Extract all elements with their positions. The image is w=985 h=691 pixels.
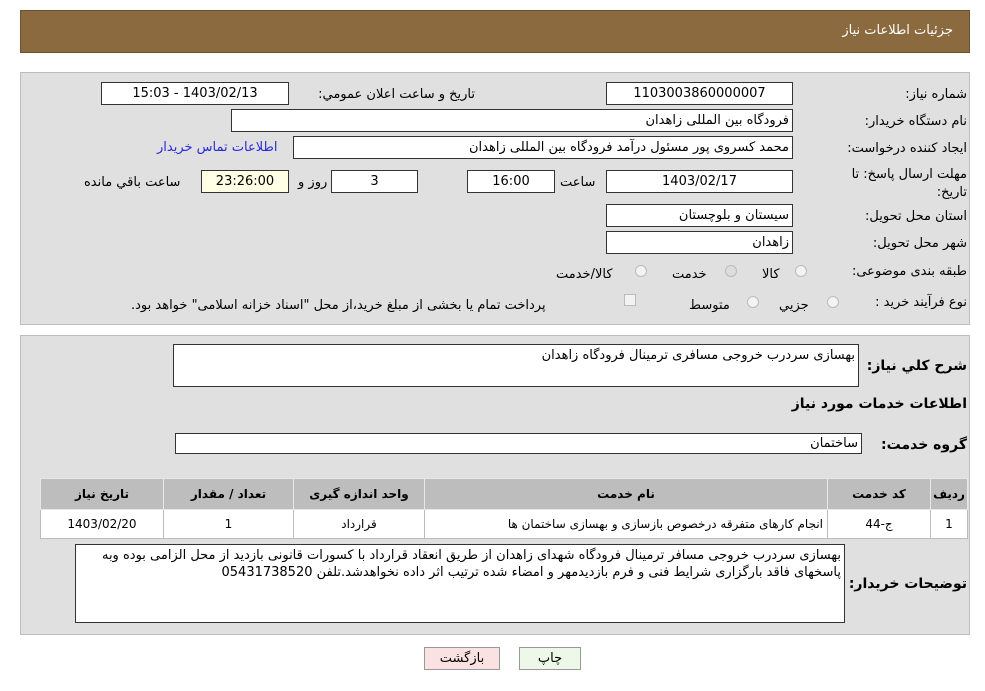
- col-row: ردیف: [930, 478, 968, 510]
- creator-field: محمد کسروی پور مسئول درآمد فرودگاه بین ا…: [293, 136, 793, 159]
- city-label: شهر محل تحویل:: [872, 236, 967, 251]
- remaining-label: ساعت باقي مانده: [84, 175, 181, 190]
- deadline-time-field: 16:00: [467, 170, 555, 193]
- creator-label: ایجاد کننده درخواست:: [847, 141, 967, 156]
- time-label: ساعت: [560, 175, 596, 190]
- summary-label: شرح کلي نیاز:: [866, 358, 967, 374]
- cell-row: 1: [930, 509, 968, 539]
- services-title: اطلاعات خدمات مورد نیاز: [791, 396, 967, 412]
- category-radio-goods[interactable]: [795, 265, 807, 277]
- notes-label: توضیحات خریدار:: [848, 576, 967, 592]
- category-option-both: کالا/خدمت: [556, 267, 613, 282]
- cell-code: ج-44: [827, 509, 931, 539]
- print-button[interactable]: چاپ: [519, 647, 581, 670]
- process-option-minor: جزيي: [779, 298, 809, 313]
- process-label: نوع فرآیند خرید :: [875, 295, 967, 310]
- cell-unit: قرارداد: [293, 509, 425, 539]
- table-row: 1 ج-44 انجام کارهای متفرقه درخصوص بازساز…: [40, 509, 968, 539]
- category-option-goods: کالا: [762, 267, 780, 282]
- payment-note: پرداخت تمام یا بخشی از مبلغ خرید،از محل …: [131, 298, 546, 313]
- group-label: گروه خدمت:: [881, 437, 967, 453]
- cell-qty: 1: [163, 509, 294, 539]
- notes-textarea[interactable]: بهسازی سردرب خروجی مسافر ترمینال فرودگاه…: [75, 544, 845, 623]
- remaining-time-field: 23:26:00: [201, 170, 289, 193]
- summary-textarea[interactable]: بهسازی سردرب خروجی مسافری ترمینال فرودگا…: [173, 344, 859, 387]
- col-unit: واحد اندازه گیری: [293, 478, 425, 510]
- announce-field: 1403/02/13 - 15:03: [101, 82, 289, 105]
- days-label: روز و: [298, 175, 328, 190]
- need-number-label: شماره نیاز:: [905, 87, 967, 102]
- buyer-org-label: نام دستگاه خریدار:: [864, 114, 967, 129]
- category-radio-service[interactable]: [725, 265, 737, 277]
- announce-label: تاریخ و ساعت اعلان عمومي:: [318, 87, 475, 102]
- page-title: جزئیات اطلاعات نیاز: [842, 23, 953, 38]
- process-option-medium: متوسط: [689, 298, 730, 313]
- category-radio-both[interactable]: [635, 265, 647, 277]
- group-field: ساختمان: [175, 433, 862, 454]
- col-date: تاریخ نیاز: [40, 478, 164, 510]
- deadline-date-field: 1403/02/17: [606, 170, 793, 193]
- treasury-checkbox[interactable]: [624, 294, 636, 306]
- process-radio-medium[interactable]: [747, 296, 759, 308]
- page-header: جزئیات اطلاعات نیاز: [20, 10, 970, 53]
- category-label: طبقه بندی موضوعی:: [851, 264, 967, 279]
- services-table: ردیف کد خدمت نام خدمت واحد اندازه گیری ت…: [40, 478, 968, 539]
- province-field: سیستان و بلوچستان: [606, 204, 793, 227]
- cell-name: انجام کارهای متفرقه درخصوص بازسازی و بهس…: [424, 509, 828, 539]
- city-field: زاهدان: [606, 231, 793, 254]
- col-qty: تعداد / مقدار: [163, 478, 294, 510]
- process-radio-minor[interactable]: [827, 296, 839, 308]
- buyer-org-field: فرودگاه بین المللی زاهدان: [231, 109, 793, 132]
- category-option-service: خدمت: [672, 267, 707, 282]
- cell-date: 1403/02/20: [40, 509, 164, 539]
- province-label: استان محل تحویل:: [865, 209, 967, 224]
- need-number-field: 1103003860000007: [606, 82, 793, 105]
- back-button[interactable]: بازگشت: [424, 647, 500, 670]
- col-code: کد خدمت: [827, 478, 931, 510]
- buyer-contact-link[interactable]: اطلاعات تماس خریدار: [157, 140, 277, 155]
- days-field: 3: [331, 170, 418, 193]
- deadline-label: مهلت ارسال پاسخ: تا تاریخ:: [851, 167, 967, 200]
- col-name: نام خدمت: [424, 478, 828, 510]
